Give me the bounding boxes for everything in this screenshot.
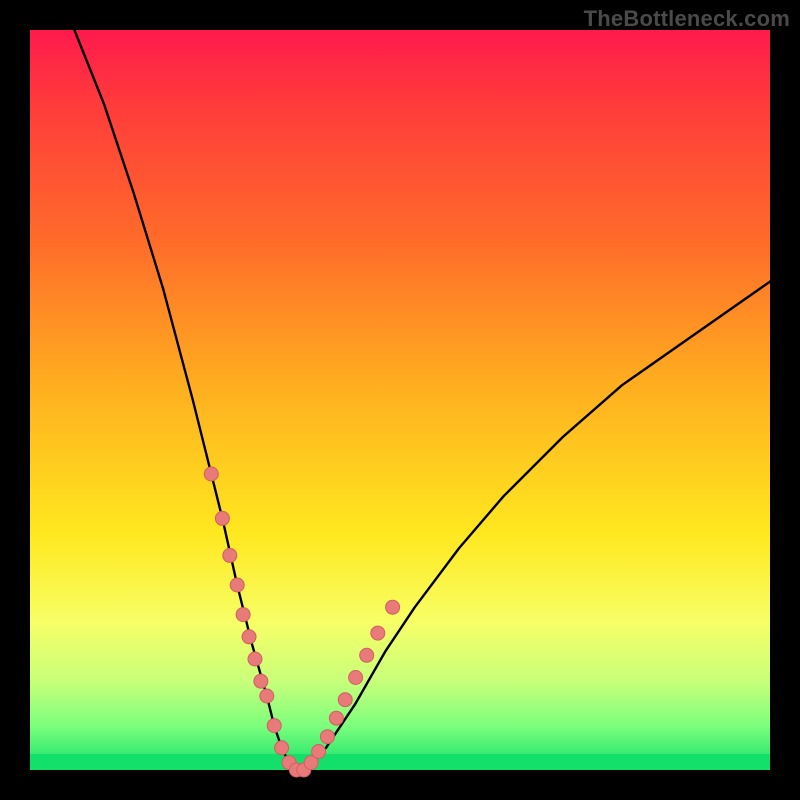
plot-area: [30, 30, 770, 770]
curve-marker: [360, 648, 374, 662]
bottleneck-curve: [74, 30, 770, 770]
chart-svg: [30, 30, 770, 770]
curve-marker: [338, 693, 352, 707]
watermark-text: TheBottleneck.com: [584, 6, 790, 32]
curve-marker: [248, 652, 262, 666]
curve-marker: [320, 730, 334, 744]
curve-marker: [312, 745, 326, 759]
curve-marker: [275, 741, 289, 755]
curve-marker: [386, 600, 400, 614]
highlighted-points: [204, 467, 399, 777]
curve-marker: [236, 608, 250, 622]
curve-marker: [242, 630, 256, 644]
curve-marker: [204, 467, 218, 481]
curve-marker: [267, 719, 281, 733]
curve-marker: [349, 671, 363, 685]
curve-marker: [223, 548, 237, 562]
curve-marker: [371, 626, 385, 640]
curve-marker: [230, 578, 244, 592]
curve-marker: [260, 689, 274, 703]
curve-marker: [254, 674, 268, 688]
curve-marker: [215, 511, 229, 525]
chart-frame: TheBottleneck.com: [0, 0, 800, 800]
curve-marker: [329, 711, 343, 725]
